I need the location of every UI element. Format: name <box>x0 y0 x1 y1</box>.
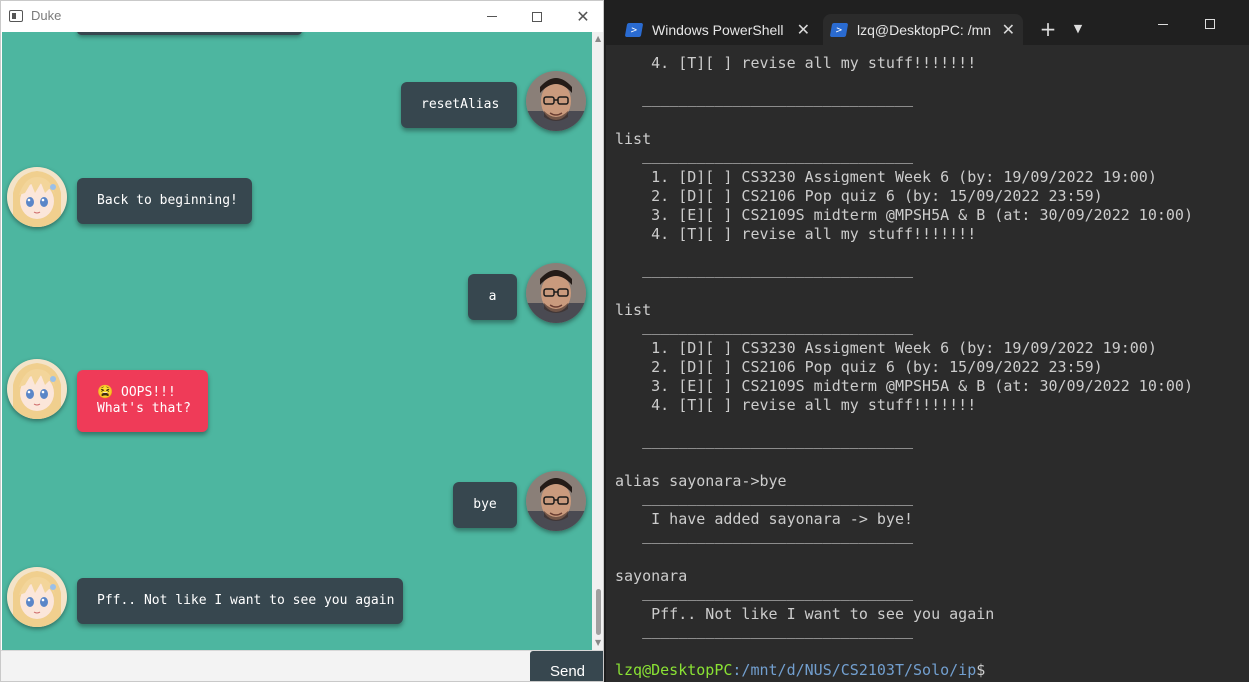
prompt-symbol: $ <box>976 661 986 679</box>
terminal-separator: ______________________________ <box>615 526 914 544</box>
message-text: a <box>488 289 497 304</box>
terminal-minimize-button[interactable] <box>1149 14 1177 34</box>
input-bar: Send <box>1 650 603 681</box>
duke-error-message-bubble: 😫 OOPS!!! What's that? <box>77 370 208 432</box>
user-face-image <box>526 71 586 131</box>
minimize-icon <box>487 16 497 17</box>
terminal-separator: ______________________________ <box>615 488 914 506</box>
close-icon: ✕ <box>576 7 590 26</box>
terminal-line: 4. [T][ ] revise all my stuff!!!!!!! <box>615 54 977 72</box>
chat-dialog-container[interactable]: resetAlias Back to beginning! a 😫 OOPS!!… <box>2 32 592 650</box>
terminal-separator: ______________________________ <box>615 621 914 639</box>
maximize-icon <box>1205 19 1215 29</box>
message-text: resetAlias <box>421 97 500 112</box>
user-message-bubble: bye <box>453 482 517 528</box>
user-message-bubble: resetAlias <box>401 82 517 128</box>
tab-label: lzq@DesktopPC: /mn <box>857 21 992 38</box>
terminal-tab-bar[interactable]: > Windows PowerShell ✕ > lzq@DesktopPC: … <box>606 0 1249 45</box>
new-tab-plus-icon[interactable]: + <box>1038 17 1058 41</box>
chat-scrollbar[interactable]: ▲ ▼ <box>592 32 603 650</box>
terminal-separator: ______________________________ <box>615 146 914 164</box>
duke-avatar <box>7 167 67 227</box>
window-title: Duke <box>31 8 62 23</box>
close-tab-icon[interactable]: ✕ <box>1002 20 1015 40</box>
tab-windows-powershell[interactable]: > Windows PowerShell ✕ <box>618 14 818 45</box>
terminal-line: 2. [D][ ] CS2106 Pop quiz 6 (by: 15/09/2… <box>615 358 1103 376</box>
minimize-button[interactable] <box>469 1 515 32</box>
user-avatar <box>526 471 586 531</box>
user-avatar <box>526 263 586 323</box>
terminal-line: 3. [E][ ] CS2109S midterm @MPSH5A & B (a… <box>615 206 1193 224</box>
close-tab-icon[interactable]: ✕ <box>797 20 810 40</box>
terminal-line: 1. [D][ ] CS3230 Assigment Week 6 (by: 1… <box>615 168 1157 186</box>
terminal-line: 3. [E][ ] CS2109S midterm @MPSH5A & B (a… <box>615 377 1193 395</box>
close-button[interactable]: ✕ <box>560 1 603 32</box>
terminal-line: 2. [D][ ] CS2106 Pop quiz 6 (by: 15/09/2… <box>615 187 1103 205</box>
powershell-icon: > <box>624 22 644 37</box>
terminal-output[interactable]: 4. [T][ ] revise all my stuff!!!!!!! ___… <box>615 45 1245 682</box>
previous-message-bubble <box>77 32 302 35</box>
message-text: Pff.. Not like I want to see you again <box>97 593 395 608</box>
terminal-separator: ______________________________ <box>615 317 914 335</box>
app-window-icon <box>9 10 23 22</box>
duke-window: Duke ✕ resetAlias Back to beginning! a 😫… <box>0 0 604 682</box>
prompt-path: :/mnt/d/NUS/CS2103T/Solo/ip <box>732 661 977 679</box>
scroll-down-arrow-icon[interactable]: ▼ <box>595 638 601 647</box>
terminal-separator: ______________________________ <box>615 260 914 278</box>
scroll-up-arrow-icon[interactable]: ▲ <box>595 34 601 43</box>
message-input[interactable] <box>2 653 528 681</box>
user-face-image <box>526 263 586 323</box>
anime-girl-image <box>7 167 67 227</box>
tab-wsl-session[interactable]: > lzq@DesktopPC: /mn ✕ <box>823 14 1023 45</box>
user-avatar <box>526 71 586 131</box>
duke-avatar <box>7 359 67 419</box>
terminal-icon: > <box>829 22 849 37</box>
terminal-line: 1. [D][ ] CS3230 Assigment Week 6 (by: 1… <box>615 339 1157 357</box>
duke-message-bubble: Back to beginning! <box>77 178 252 224</box>
terminal-line: 4. [T][ ] revise all my stuff!!!!!!! <box>615 225 977 243</box>
terminal-separator: ______________________________ <box>615 583 914 601</box>
scrollbar-thumb[interactable] <box>596 589 601 635</box>
tab-label: Windows PowerShell <box>652 21 784 38</box>
terminal-window: > Windows PowerShell ✕ > lzq@DesktopPC: … <box>606 0 1249 682</box>
duke-avatar <box>7 567 67 627</box>
anime-girl-image <box>7 359 67 419</box>
message-text: bye <box>473 497 497 512</box>
terminal-separator: ______________________________ <box>615 89 914 107</box>
message-text: Back to beginning! <box>97 193 238 208</box>
maximize-button[interactable] <box>514 1 560 32</box>
send-button[interactable]: Send <box>530 651 603 681</box>
minimize-icon <box>1158 23 1168 25</box>
maximize-icon <box>532 11 542 22</box>
duke-message-bubble: Pff.. Not like I want to see you again <box>77 578 403 624</box>
message-text: 😫 OOPS!!! What's that? <box>97 385 191 416</box>
prompt-user: lzq@DesktopPC <box>615 661 733 679</box>
terminal-maximize-button[interactable] <box>1196 14 1224 34</box>
chevron-down-icon[interactable]: ▼ <box>1070 19 1086 39</box>
duke-titlebar[interactable]: Duke ✕ <box>1 1 603 32</box>
terminal-separator: ______________________________ <box>615 431 914 449</box>
terminal-line: 4. [T][ ] revise all my stuff!!!!!!! <box>615 396 977 414</box>
terminal-prompt[interactable]: lzq@DesktopPC:/mnt/d/NUS/CS2103T/Solo/ip… <box>615 661 985 679</box>
user-message-bubble: a <box>468 274 517 320</box>
anime-girl-image <box>7 567 67 627</box>
user-face-image <box>526 471 586 531</box>
